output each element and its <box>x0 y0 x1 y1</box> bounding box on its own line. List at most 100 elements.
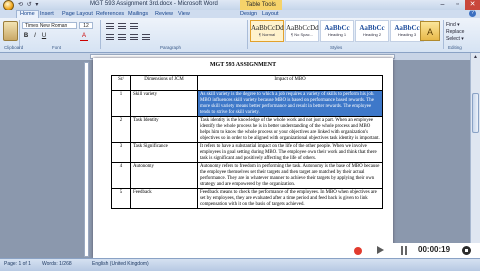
group-divider <box>247 20 248 49</box>
stop-icon[interactable] <box>462 246 471 255</box>
paste-icon[interactable] <box>3 21 18 41</box>
style-no-spacing[interactable]: AaBbCcDd ¶ No Spac... <box>285 20 319 42</box>
style-name: ¶ Normal <box>258 32 276 37</box>
table-row: 1 Skill variety As skill variety is the … <box>111 90 383 117</box>
scroll-thumb[interactable] <box>472 93 479 133</box>
style-sample: AaBbCc <box>394 24 420 32</box>
cell-impact[interactable]: It refers to have a substantial impact o… <box>197 142 383 163</box>
close-button[interactable]: ✕ <box>465 0 480 10</box>
cell-sr[interactable]: 1 <box>111 90 131 117</box>
tab-mailings[interactable]: Mailings <box>128 10 148 18</box>
align-left-icon[interactable] <box>106 34 114 41</box>
table-header-row: Sr/ Dimensions of JCM Impact of MBO <box>111 75 383 91</box>
style-heading-3[interactable]: AaBbCc Heading 3 <box>390 20 424 42</box>
underline-button[interactable]: U <box>40 32 48 40</box>
header-dimension: Dimensions of JCM <box>130 75 198 91</box>
help-icon[interactable]: ? <box>469 10 476 17</box>
mbo-table[interactable]: Sr/ Dimensions of JCM Impact of MBO 1 Sk… <box>111 75 383 209</box>
context-tab-label: Table Tools <box>240 0 282 10</box>
font-color-button[interactable]: A <box>80 32 88 41</box>
header-sr: Sr/ <box>111 75 131 91</box>
editing-group: Find ▾ Replace Select ▾ <box>446 22 464 43</box>
status-bar: Page: 1 of 1 Words: 1/268 English (Unite… <box>0 258 480 271</box>
group-divider <box>443 20 444 49</box>
group-label-clipboard: Clipboard <box>4 45 24 50</box>
table-row: 2 Task Identity Task identity is the kno… <box>111 116 383 143</box>
tab-page-layout[interactable]: Page Layout <box>62 10 93 18</box>
align-center-icon[interactable] <box>118 34 126 41</box>
tab-layout[interactable]: Layout <box>262 10 279 18</box>
group-divider <box>100 20 101 49</box>
scroll-up-icon[interactable]: ▲ <box>472 54 479 61</box>
cell-impact[interactable]: Task identity is the knowledge of the wh… <box>197 116 383 143</box>
maximize-button[interactable]: ▫ <box>450 0 465 10</box>
justify-icon[interactable] <box>142 34 150 41</box>
italic-button[interactable]: I <box>31 32 39 40</box>
style-sample: AaBbCcDd <box>286 24 319 32</box>
document-title: MGT 593 ASSIGNMENT <box>209 62 277 68</box>
find-button[interactable]: Find ▾ <box>446 22 464 29</box>
cell-dimension[interactable]: Autonomy <box>130 162 198 189</box>
multilevel-list-icon[interactable] <box>130 23 138 30</box>
table-row: 4 Autonomy Autonomy refers to freedom in… <box>111 162 383 189</box>
tab-review[interactable]: Review <box>155 10 173 18</box>
cell-dimension[interactable]: Skill variety <box>130 90 198 117</box>
vertical-scrollbar[interactable]: ▲ ▼ <box>470 53 480 258</box>
page-count[interactable]: Page: 1 of 1 <box>4 261 31 267</box>
replace-button[interactable]: Replace <box>446 29 464 36</box>
vertical-ruler[interactable] <box>84 62 89 257</box>
style-name: Heading 1 <box>327 32 347 37</box>
numbering-icon[interactable] <box>118 23 126 30</box>
cell-sr[interactable]: 4 <box>111 162 131 189</box>
group-label-paragraph: Paragraph <box>160 45 182 50</box>
select-button[interactable]: Select ▾ <box>446 36 464 43</box>
cell-dimension[interactable]: Task Significance <box>130 142 198 163</box>
group-label-styles: Styles <box>330 45 343 50</box>
bullets-icon[interactable] <box>106 23 114 30</box>
word-count[interactable]: Words: 1/268 <box>42 261 72 267</box>
group-label-editing: Editing <box>448 45 462 50</box>
window-title: MGT 593 Assignment 3rd.docx - Microsoft … <box>90 1 218 7</box>
style-sample: AaBbCcDd <box>251 24 284 32</box>
style-name: ¶ No Spac... <box>291 32 313 37</box>
record-icon[interactable] <box>354 247 362 255</box>
cell-dimension[interactable]: Task Identity <box>130 116 198 143</box>
document-page[interactable]: MGT 593 ASSIGNMENT Sr/ Dimensions of JCM… <box>93 58 393 258</box>
header-impact: Impact of MBO <box>197 75 383 91</box>
styles-gallery: AaBbCcDd ¶ Normal AaBbCcDd ¶ No Spac... … <box>250 20 424 42</box>
play-icon[interactable] <box>377 246 384 254</box>
cell-dimension[interactable]: Feedback <box>130 188 198 209</box>
tab-design[interactable]: Design <box>240 10 257 18</box>
style-heading-1[interactable]: AaBbCc Heading 1 <box>320 20 354 42</box>
cell-sr[interactable]: 3 <box>111 142 131 163</box>
screen-recorder-controls: 00:00:19 <box>348 243 480 258</box>
title-bar: ⟲ ↺ ▾ MGT 593 Assignment 3rd.docx - Micr… <box>0 0 480 11</box>
style-sample: AaBbCc <box>324 24 350 32</box>
style-name: Heading 2 <box>362 32 382 37</box>
font-size-select[interactable]: 12 <box>79 22 93 29</box>
ribbon: Times New Roman 12 B I U A AaBbCcDd ¶ No… <box>0 18 480 53</box>
recording-time: 00:00:19 <box>418 245 451 254</box>
language-indicator[interactable]: English (United Kingdom) <box>92 261 149 267</box>
tab-references[interactable]: References <box>96 10 124 18</box>
style-normal[interactable]: AaBbCcDd ¶ Normal <box>250 20 284 42</box>
minimize-button[interactable]: – <box>435 0 450 10</box>
change-styles-button[interactable]: A <box>420 21 440 41</box>
cell-impact-selected[interactable]: As skill variety is the degree to which … <box>197 90 383 117</box>
bold-button[interactable]: B <box>22 32 30 40</box>
pause-icon[interactable] <box>401 246 408 255</box>
font-name-select[interactable]: Times New Roman <box>22 22 77 29</box>
cell-impact[interactable]: Feedback means to check the performance … <box>197 188 383 209</box>
tab-view[interactable]: View <box>178 10 190 18</box>
cell-impact[interactable]: Autonomy refers to freedom in performing… <box>197 162 383 189</box>
tab-insert[interactable]: Insert <box>40 10 54 18</box>
align-right-icon[interactable] <box>130 34 138 41</box>
group-label-font: Font <box>52 45 62 50</box>
cell-sr[interactable]: 5 <box>111 188 131 209</box>
tab-home[interactable]: Home <box>16 10 39 18</box>
style-heading-2[interactable]: AaBbCc Heading 2 <box>355 20 389 42</box>
quick-access-toolbar[interactable]: ⟲ ↺ ▾ <box>18 1 39 8</box>
cell-sr[interactable]: 2 <box>111 116 131 143</box>
style-name: Heading 3 <box>397 32 417 37</box>
table-row: 3 Task Significance It refers to have a … <box>111 142 383 163</box>
